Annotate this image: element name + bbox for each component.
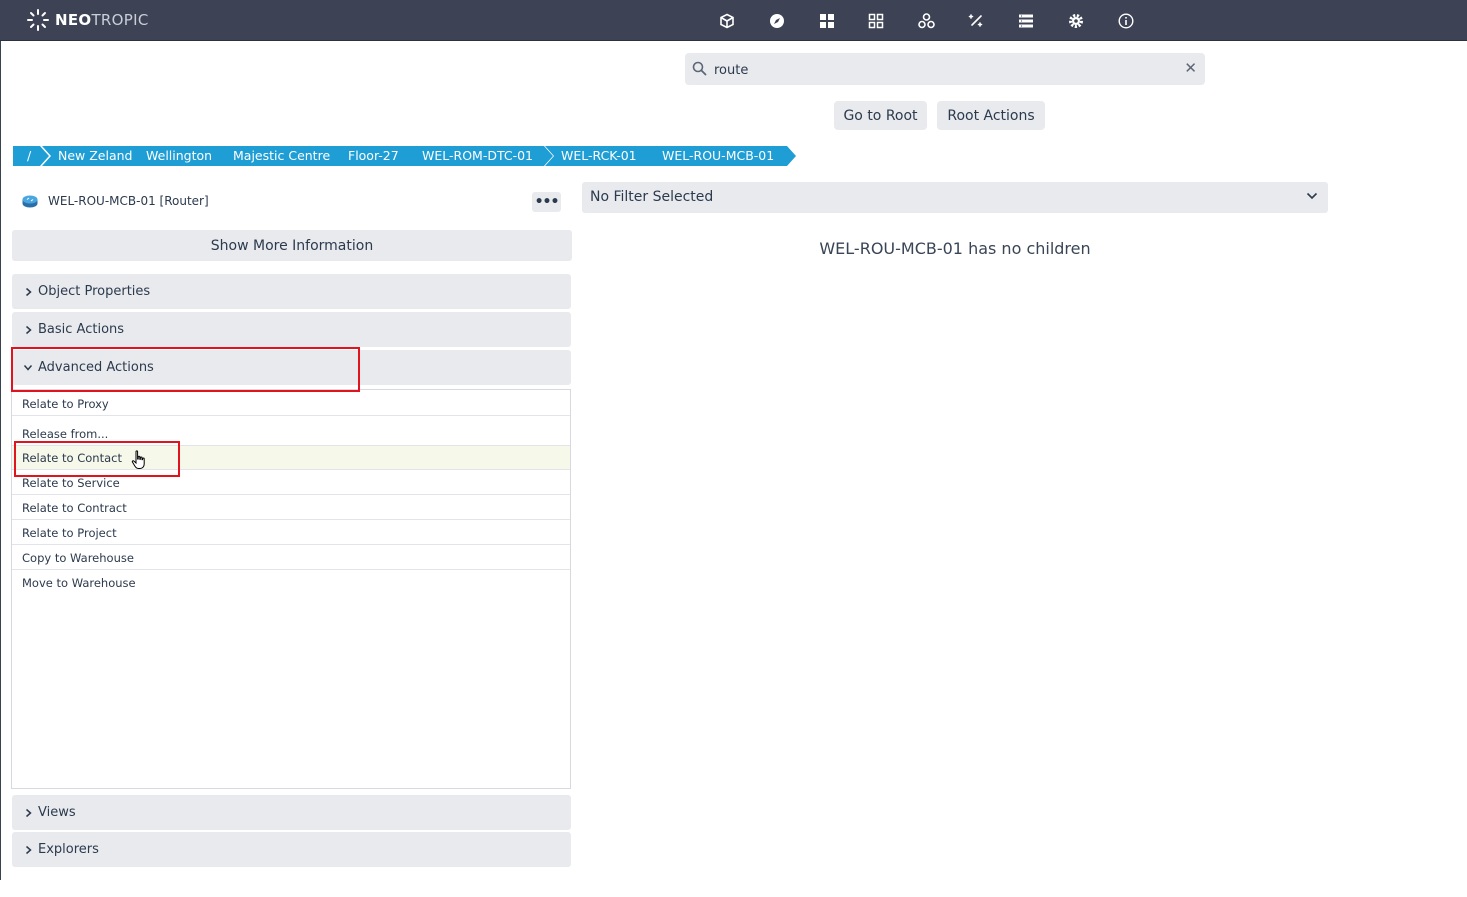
top-navbar: NEO TROPIC [0,0,1467,41]
empty-children-message: WEL-ROU-MCB-01 has no children [819,239,1091,258]
search-input[interactable] [712,59,1176,81]
accordion-object-properties[interactable]: Object Properties [12,274,571,309]
accordion-explorers[interactable]: Explorers [12,832,571,867]
compass-icon[interactable] [766,10,788,32]
apps-icon[interactable] [865,10,887,32]
cube-icon[interactable] [716,10,738,32]
object-label: WEL-ROU-MCB-01 [Router] [48,194,209,208]
selected-object[interactable]: WEL-ROU-MCB-01 [Router] [22,192,209,210]
brand-logo[interactable]: NEO TROPIC [26,8,149,32]
accordion-advanced-actions[interactable]: Advanced Actions [12,350,571,385]
accordion-basic-actions[interactable]: Basic Actions [12,312,571,347]
accordion-label: Views [38,805,76,820]
filter-selected-value: No Filter Selected [590,189,714,205]
dashboard-icon[interactable] [816,10,838,32]
action-relate-to-contract[interactable]: Relate to Contract [12,496,570,520]
chevron-right-icon [22,325,34,335]
chevron-right-icon [22,845,34,855]
magic-wand-icon[interactable] [965,10,987,32]
clear-search-icon[interactable]: ✕ [1184,59,1197,77]
search-icon [692,61,707,76]
breadcrumb-item-room[interactable]: WEL-ROM-DTC-01 [406,146,553,166]
filter-select[interactable]: No Filter Selected [582,182,1328,213]
action-relate-to-service[interactable]: Relate to Service [12,471,570,495]
gear-icon[interactable] [1065,10,1087,32]
show-more-information-button[interactable]: Show More Information [12,230,572,261]
advanced-actions-list: Relate to Proxy Release from... Relate t… [11,389,571,789]
accordion-label: Object Properties [38,284,151,299]
action-move-to-warehouse[interactable]: Move to Warehouse [12,571,570,595]
action-copy-to-warehouse[interactable]: Copy to Warehouse [12,546,570,570]
breadcrumb-item-router[interactable]: WEL-ROU-MCB-01 [646,146,796,166]
breadcrumb-item-building[interactable]: Majestic Centre [217,146,354,166]
chevron-right-icon [22,808,34,818]
go-to-root-button[interactable]: Go to Root [834,101,927,130]
list-icon[interactable] [1015,10,1037,32]
hand-cursor-icon [131,450,145,469]
window-left-edge [0,0,1,880]
action-relate-to-proxy[interactable]: Relate to Proxy [12,392,570,416]
accordion-label: Explorers [38,842,99,857]
brand-name-light: TROPIC [91,11,149,29]
info-icon[interactable] [1115,10,1137,32]
action-relate-to-contact[interactable]: Relate to Contact [12,446,570,470]
chevron-down-icon [22,364,34,371]
brand-name-bold: NEO [55,11,92,29]
accordion-label: Basic Actions [38,322,125,337]
accordion-views[interactable]: Views [12,795,571,830]
sunburst-logo-icon [27,9,49,31]
more-options-button[interactable]: ••• [532,192,561,212]
breadcrumb-item-root[interactable]: / [13,146,49,166]
router-icon [22,195,38,207]
action-relate-to-project[interactable]: Relate to Project [12,521,570,545]
breadcrumb-item-rack[interactable]: WEL-RCK-01 [545,146,662,166]
accordion-label: Advanced Actions [38,360,154,375]
hub-icon[interactable] [915,10,937,32]
action-release-from[interactable]: Release from... [12,422,570,446]
chevron-right-icon [22,287,34,297]
search-box: ✕ [685,53,1205,85]
root-actions-button[interactable]: Root Actions [937,101,1045,130]
chevron-down-icon [1306,192,1318,200]
